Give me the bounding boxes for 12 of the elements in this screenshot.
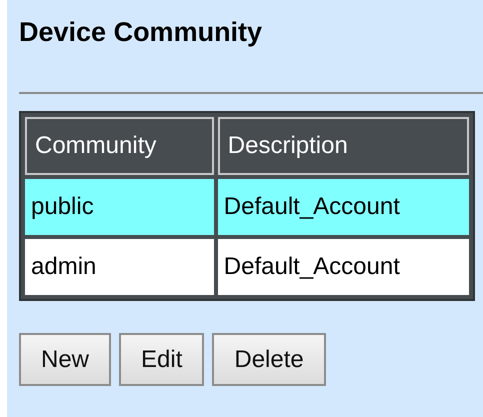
action-button[interactable]: New <box>19 333 112 386</box>
table-row[interactable]: admin Default_Account <box>25 239 469 295</box>
column-header: Description <box>218 117 469 175</box>
table-cell: public <box>25 179 214 235</box>
page-title: Device Community <box>19 16 264 49</box>
table-cell: admin <box>25 239 214 295</box>
action-button[interactable]: Edit <box>119 333 204 386</box>
action-button[interactable]: Delete <box>212 333 326 386</box>
column-header: Community <box>25 117 214 175</box>
table-cell: Default_Account <box>218 179 469 235</box>
table-row[interactable]: public Default_Account <box>25 179 469 235</box>
table-cell: Default_Account <box>218 239 469 295</box>
